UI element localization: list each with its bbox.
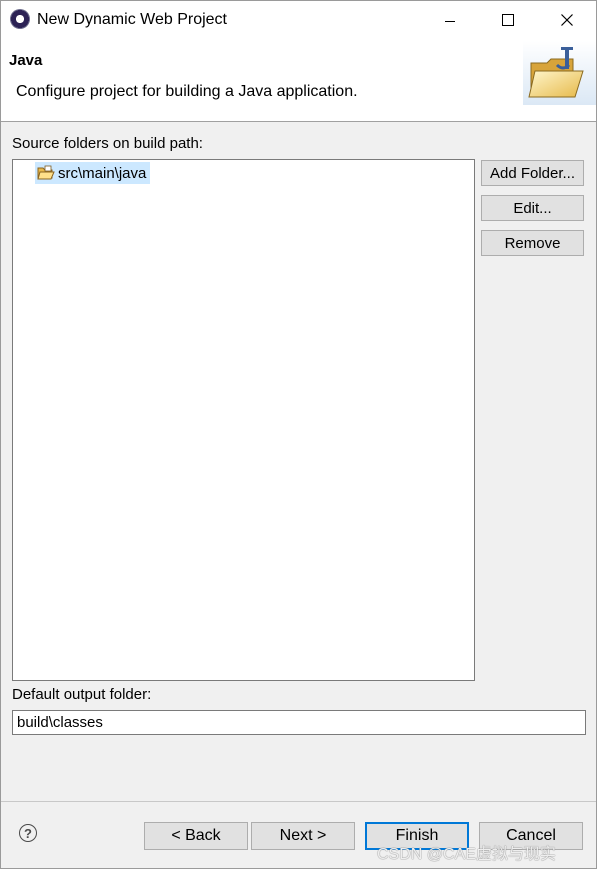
minimize-icon — [445, 20, 455, 22]
page-description: Configure project for building a Java ap… — [16, 83, 358, 100]
edit-button[interactable]: Edit... — [481, 195, 584, 221]
maximize-button[interactable] — [479, 1, 537, 39]
back-button[interactable]: < Back — [144, 822, 248, 850]
close-button[interactable] — [538, 1, 596, 39]
tree-item-label: src\main\java — [58, 164, 147, 182]
footer-divider — [1, 801, 596, 802]
tree-item-src-main-java[interactable]: src\main\java — [35, 162, 151, 184]
title-bar[interactable]: New Dynamic Web Project — [1, 1, 596, 39]
output-folder-input[interactable]: build\classes — [12, 710, 586, 735]
minimize-button[interactable] — [421, 1, 479, 39]
remove-button[interactable]: Remove — [481, 230, 584, 256]
close-icon — [561, 14, 573, 26]
source-folder-icon — [37, 165, 55, 180]
window-title: New Dynamic Web Project — [37, 11, 227, 28]
add-folder-button[interactable]: Add Folder... — [481, 160, 584, 186]
help-icon[interactable]: ? — [19, 824, 37, 842]
eclipse-icon — [10, 9, 30, 29]
dialog-window: New Dynamic Web Project Java Configure p… — [0, 0, 597, 869]
output-folder-label: Default output folder: — [12, 686, 152, 703]
next-button[interactable]: Next > — [251, 822, 355, 850]
source-folders-label: Source folders on build path: — [12, 135, 203, 152]
watermark-text: CSDN @CAE虚拟与现实 — [377, 846, 556, 863]
java-folder-icon — [523, 41, 596, 105]
maximize-icon — [502, 14, 514, 26]
page-title: Java — [9, 52, 43, 69]
source-folder-tree[interactable]: src\main\java — [12, 159, 475, 681]
wizard-header: Java Configure project for building a Ja… — [1, 39, 596, 122]
